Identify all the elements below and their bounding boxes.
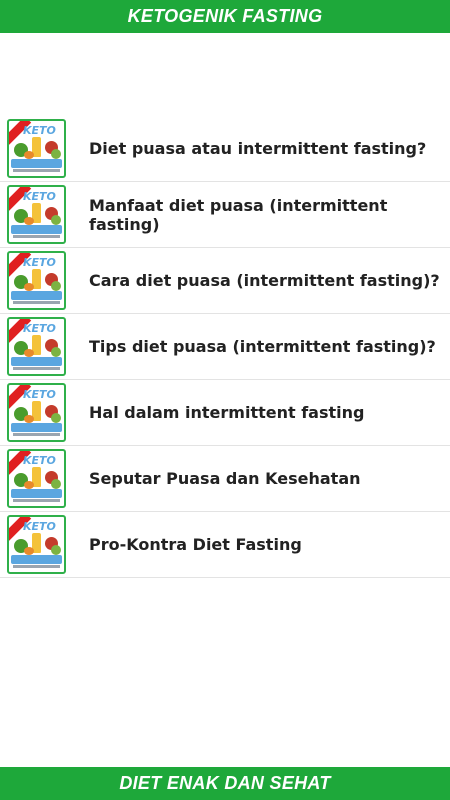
list-item-label: Pro-Kontra Diet Fasting [89,535,302,554]
keto-fasting-thumbnail-icon: KETO [7,449,66,508]
list-item[interactable]: KETO Pro-Kontra Diet Fasting [0,512,450,578]
keto-fasting-thumbnail-icon: KETO [7,119,66,178]
list-item[interactable]: KETO Cara diet puasa (intermittent fasti… [0,248,450,314]
article-list: KETO Diet puasa atau intermittent fastin… [0,116,450,578]
list-item[interactable]: KETO Seputar Puasa dan Kesehatan [0,446,450,512]
list-item-label: Hal dalam intermittent fasting [89,403,365,422]
keto-fasting-thumbnail-icon: KETO [7,185,66,244]
app-footer: DIET ENAK DAN SEHAT [0,767,450,800]
list-item-label: Diet puasa atau intermittent fasting? [89,139,427,158]
keto-fasting-thumbnail-icon: KETO [7,317,66,376]
list-item-label: Tips diet puasa (intermittent fasting)? [89,337,436,356]
list-item[interactable]: KETO Diet puasa atau intermittent fastin… [0,116,450,182]
keto-fasting-thumbnail-icon: KETO [7,383,66,442]
app-header: KETOGENIK FASTING [0,0,450,33]
list-item[interactable]: KETO Manfaat diet puasa (intermittent fa… [0,182,450,248]
keto-fasting-thumbnail-icon: KETO [7,251,66,310]
list-item[interactable]: KETO Hal dalam intermittent fasting [0,380,450,446]
app-title: KETOGENIK FASTING [127,6,323,26]
keto-fasting-thumbnail-icon: KETO [7,515,66,574]
list-item-label: Seputar Puasa dan Kesehatan [89,469,361,488]
footer-title: DIET ENAK DAN SEHAT [119,773,331,793]
list-item-label: Cara diet puasa (intermittent fasting)? [89,271,440,290]
list-item-label: Manfaat diet puasa (intermittent fasting… [89,195,388,234]
list-item[interactable]: KETO Tips diet puasa (intermittent fasti… [0,314,450,380]
